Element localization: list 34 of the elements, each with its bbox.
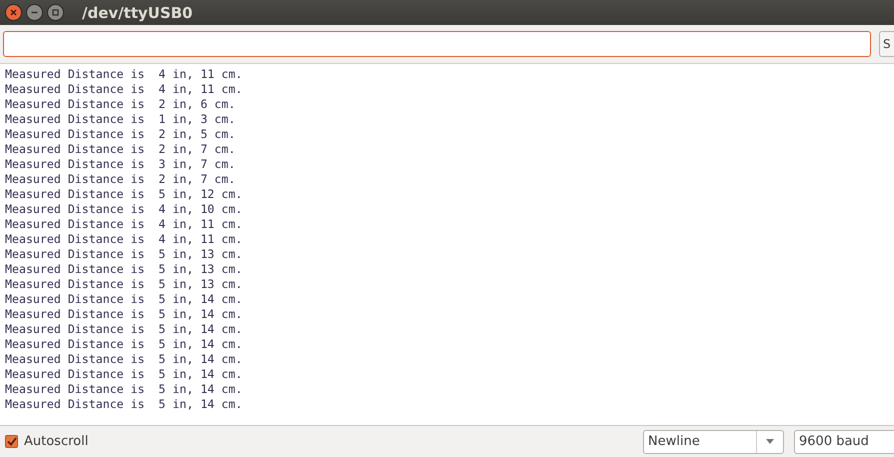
output-line: Measured Distance is 4 in, 11 cm. bbox=[5, 217, 242, 232]
output-line: Measured Distance is 5 in, 14 cm. bbox=[5, 352, 242, 367]
output-line: Measured Distance is 2 in, 6 cm. bbox=[5, 97, 236, 112]
output-line: Measured Distance is 5 in, 12 cm. bbox=[5, 187, 242, 202]
output-line: Measured Distance is 5 in, 14 cm. bbox=[5, 397, 242, 412]
autoscroll-label: Autoscroll bbox=[24, 434, 88, 449]
output-line: Measured Distance is 2 in, 7 cm. bbox=[5, 172, 236, 187]
autoscroll-checkbox[interactable] bbox=[5, 435, 18, 448]
output-line: Measured Distance is 3 in, 7 cm. bbox=[5, 157, 236, 172]
send-button[interactable]: S bbox=[879, 31, 894, 57]
window-title: /dev/ttyUSB0 bbox=[82, 4, 193, 22]
output-line: Measured Distance is 5 in, 13 cm. bbox=[5, 247, 242, 262]
output-line: Measured Distance is 4 in, 10 cm. bbox=[5, 202, 242, 217]
output-line: Measured Distance is 4 in, 11 cm. bbox=[5, 82, 242, 97]
caret-icon bbox=[766, 439, 774, 444]
baud-rate-dropdown[interactable]: 9600 baud bbox=[794, 430, 894, 454]
line-ending-dropdown[interactable]: Newline bbox=[643, 430, 784, 454]
minimize-icon[interactable] bbox=[26, 4, 43, 21]
output-line: Measured Distance is 2 in, 7 cm. bbox=[5, 142, 236, 157]
output-line: Measured Distance is 5 in, 13 cm. bbox=[5, 277, 242, 292]
output-line: Measured Distance is 5 in, 14 cm. bbox=[5, 367, 242, 382]
output-line: Measured Distance is 1 in, 3 cm. bbox=[5, 112, 236, 127]
maximize-icon[interactable] bbox=[47, 4, 64, 21]
output-line: Measured Distance is 5 in, 14 cm. bbox=[5, 307, 242, 322]
close-icon[interactable] bbox=[5, 4, 22, 21]
output-line: Measured Distance is 4 in, 11 cm. bbox=[5, 67, 242, 82]
output-line: Measured Distance is 5 in, 14 cm. bbox=[5, 337, 242, 352]
output-line: Measured Distance is 5 in, 14 cm. bbox=[5, 322, 242, 337]
output-line: Measured Distance is 2 in, 5 cm. bbox=[5, 127, 236, 142]
output-line: Measured Distance is 5 in, 14 cm. bbox=[5, 292, 242, 307]
output-line: Measured Distance is 5 in, 13 cm. bbox=[5, 262, 242, 277]
input-field[interactable] bbox=[3, 31, 871, 57]
output-line: Measured Distance is 5 in, 14 cm. bbox=[5, 382, 242, 397]
output-line: Measured Distance is 4 in, 11 cm. bbox=[5, 232, 242, 247]
